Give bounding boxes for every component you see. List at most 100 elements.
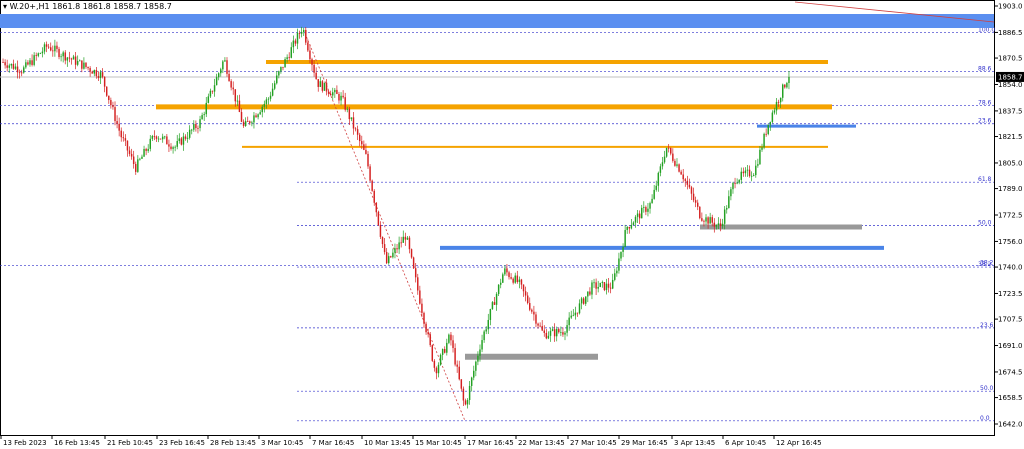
candle-body [323,82,326,91]
candle-body [309,50,311,60]
candle-body [43,44,46,52]
candle-body [352,117,355,129]
candle-body [371,180,373,191]
candle-body [255,115,257,118]
candle-body [591,282,593,295]
candle-body [740,171,743,180]
candle-body [748,169,751,176]
candle-body [81,60,83,69]
candle-body [609,287,612,289]
candle-body [143,148,145,157]
candle-body [164,136,166,138]
candle-body [232,87,234,90]
candle-body [636,213,639,217]
candle-body [526,295,529,304]
candle-body [728,196,730,209]
candle-body [744,170,747,174]
candle-body [52,50,54,52]
candle-body [446,342,448,353]
candle-body [624,230,626,247]
candle-body [605,283,608,291]
candle-body [195,124,197,129]
candle-body [93,70,96,74]
candle-body [379,224,382,237]
candle-body [313,64,315,73]
candle-body [522,284,525,292]
candle-body [499,282,502,285]
candle-body [560,332,562,333]
candle-body [265,99,268,104]
candle-body [585,296,587,304]
candle-body [398,242,400,250]
candle-body [178,138,181,141]
candle-body [124,138,127,141]
price-tick-label: 1805.0 [998,159,1023,167]
ohlc-values: 1861.8 1861.8 1858.7 1858.7 [52,2,172,11]
candle-body [141,156,143,159]
candle-body [705,217,707,222]
time-tick-label: 12 Apr 16:45 [776,439,822,447]
candle-body [74,56,77,65]
time-tick-label: 21 Feb 10:45 [107,439,153,447]
candle-body [611,279,614,289]
candle-body [674,160,676,166]
candle-body [489,309,492,320]
candle-body [441,349,444,355]
candle-body [139,158,141,160]
candle-body [390,256,392,258]
candle-body [485,329,487,332]
candle-body [383,244,386,253]
candle-body [545,332,548,339]
candle-body [786,82,788,88]
candle-body [481,340,483,350]
candle-body [10,63,13,66]
candle-body [108,95,110,101]
price-chart[interactable]: 100.088.678.623.661.850.038.238.223.650.… [0,0,1024,449]
candle-body [294,40,297,44]
candle-body [752,175,755,176]
candle-body [130,153,133,157]
candle-body [597,286,599,289]
time-tick-label: 3 Mar 10:45 [261,439,303,447]
candle-body [589,291,591,295]
candle-body [99,72,102,79]
candle-body [437,364,440,374]
candle-body [269,95,272,99]
candle-body [211,90,214,92]
candle-body [356,129,359,135]
candle-body [514,275,516,283]
symbol-label: W.20+,H1 [9,2,50,11]
candle-body [755,165,757,176]
candle-body [332,92,334,96]
candle-body [47,46,50,48]
price-tick-label: 1886.5 [998,29,1023,37]
candle-body [576,312,579,314]
candle-body [45,44,48,47]
candle-body [429,334,431,346]
candle-body [555,329,558,337]
candle-body [284,59,286,68]
candle-body [458,366,460,380]
candle-body [4,62,6,66]
candle-body [327,91,330,94]
candle-body [603,282,606,291]
candle-body [37,53,40,56]
candle-body [626,227,628,231]
candle-body [346,108,349,110]
candle-body [502,274,504,283]
candle-body [302,29,305,32]
current-price-label: 1858.7 [998,73,1023,81]
candle-body [292,40,295,48]
candle-body [568,317,570,326]
price-tick-label: 1837.5 [998,107,1023,115]
candle-body [72,56,75,60]
candle-body [454,348,456,365]
candle-body [419,290,421,304]
chart-header: ▾ W.20+,H1 1861.8 1861.8 1858.7 1858.7 [3,2,172,11]
candle-body [286,57,288,60]
candle-body [651,198,653,204]
candle-body [137,159,139,172]
symbol-dropdown-icon[interactable]: ▾ [3,2,7,11]
candle-body [348,108,351,120]
candle-body [587,291,589,297]
